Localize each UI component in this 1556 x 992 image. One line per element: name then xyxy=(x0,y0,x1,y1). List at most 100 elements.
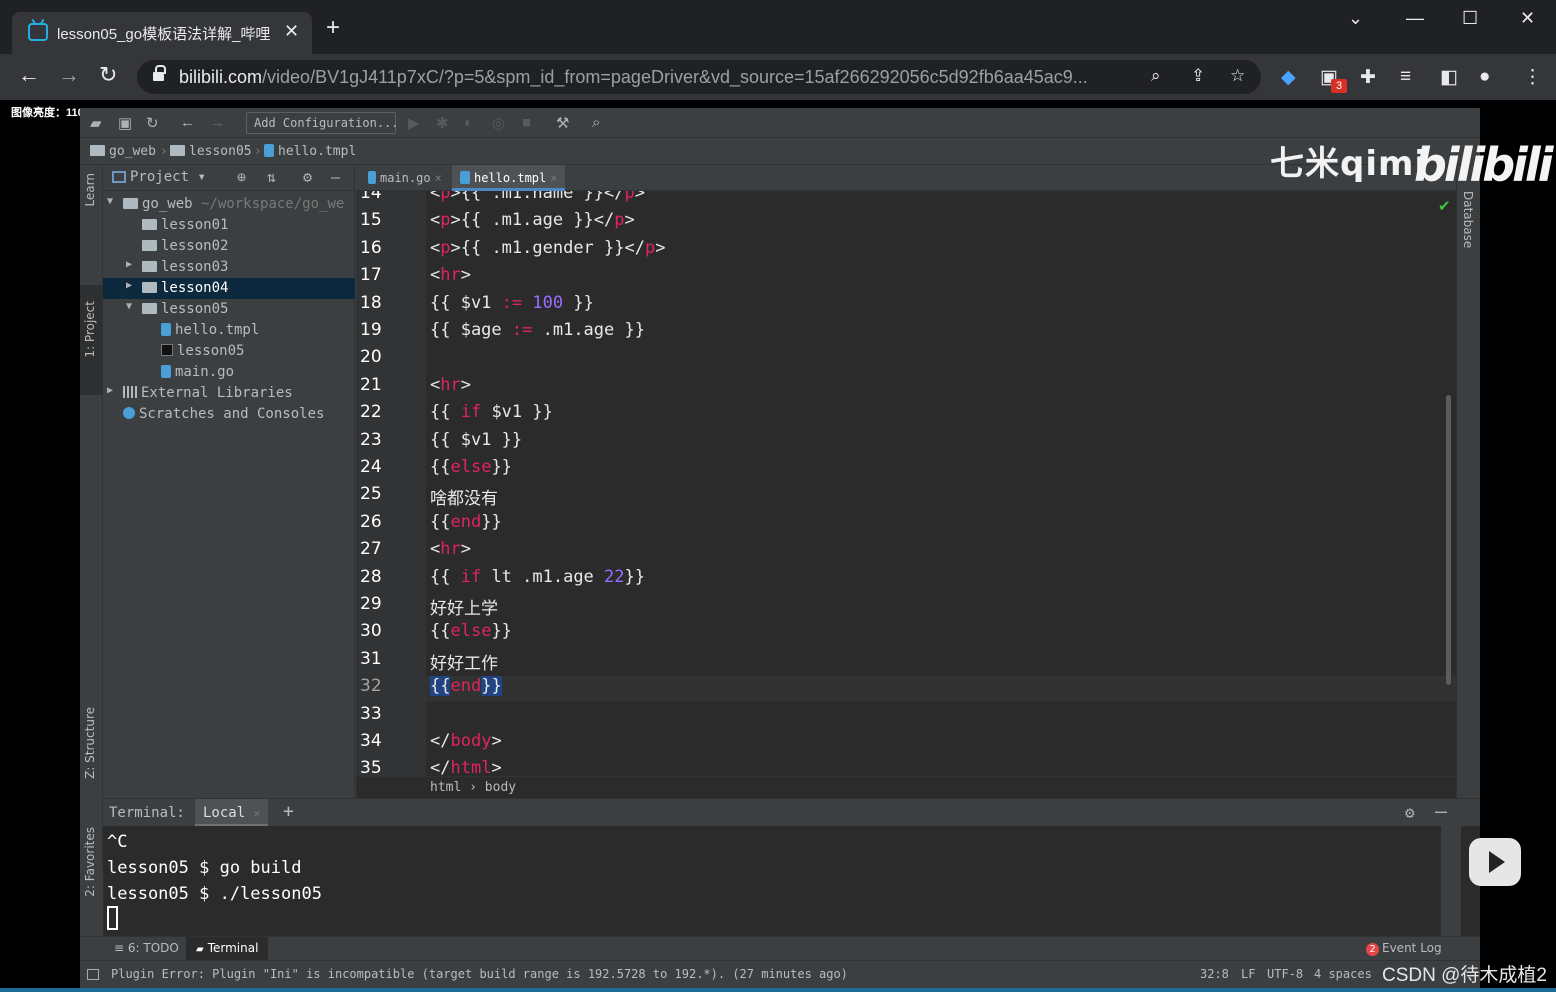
tree-item[interactable]: lesson01 xyxy=(103,215,355,236)
extension-gem-icon[interactable]: ◆ xyxy=(1281,66,1296,89)
tree-item[interactable]: ▼ go_web ~/workspace/go_we xyxy=(103,194,355,215)
share-icon[interactable]: ⇪ xyxy=(1191,66,1205,86)
indent-setting[interactable]: 4 spaces xyxy=(1314,967,1372,981)
editor-scrollbar[interactable] xyxy=(1446,395,1451,685)
structure-tool-tab[interactable]: Z: Structure xyxy=(83,707,97,779)
reload-button[interactable]: ↻ xyxy=(99,62,117,88)
bookmark-star-icon[interactable]: ☆ xyxy=(1230,66,1245,86)
browser-tab[interactable]: lesson05_go模板语法详解_哔哩 ✕ xyxy=(12,12,312,54)
todo-tool-tab[interactable]: ≡ 6: TODO xyxy=(104,937,189,960)
tree-item[interactable]: ▶ lesson04 xyxy=(103,278,355,299)
address-bar[interactable]: bilibili.com/video/BV1gJ411p7xC/?p=5&spm… xyxy=(137,60,1261,94)
editor-breadcrumb-text[interactable]: html › body xyxy=(430,780,516,795)
collapse-all-icon[interactable]: ⇅ xyxy=(267,168,276,186)
collapsed-arrow-icon[interactable]: ▶ xyxy=(126,259,132,270)
open-folder-icon[interactable]: ▰ xyxy=(90,114,102,132)
new-tab-button[interactable]: + xyxy=(326,16,340,40)
coverage-icon[interactable]: ◐ xyxy=(464,114,473,131)
tree-item[interactable]: ▼ lesson05 xyxy=(103,299,355,320)
locate-icon[interactable]: ⊕ xyxy=(237,168,246,186)
tree-item[interactable]: ▶ External Libraries xyxy=(103,383,355,404)
new-terminal-button[interactable]: + xyxy=(283,801,294,822)
close-tab-icon[interactable]: × xyxy=(247,807,261,820)
code-line[interactable]: 好好上学 xyxy=(430,594,498,619)
line-separator[interactable]: LF xyxy=(1241,967,1255,981)
minimize-button[interactable]: — xyxy=(1406,8,1424,29)
forward-button[interactable]: → xyxy=(58,62,80,88)
maximize-button[interactable]: ☐ xyxy=(1462,8,1478,29)
close-tab-icon[interactable]: × xyxy=(435,171,442,185)
tree-item[interactable]: ▶ lesson03 xyxy=(103,257,355,278)
code-line[interactable]: {{else}} xyxy=(430,621,512,641)
code-line[interactable]: {{else}} xyxy=(430,457,512,477)
profile-icon[interactable]: ◎ xyxy=(492,114,505,132)
code-line[interactable]: 啥都没有 xyxy=(430,484,498,509)
code-line[interactable]: {{ $v1 := 100 }} xyxy=(430,293,594,313)
breadcrumb-item[interactable]: go_web xyxy=(90,144,156,159)
forward-nav-icon[interactable]: → xyxy=(210,114,225,131)
code-line[interactable]: {{ if lt .m1.age 22}} xyxy=(430,567,645,587)
caret-position[interactable]: 32:8 xyxy=(1200,967,1229,981)
terminal-settings-icon[interactable]: ⚙ xyxy=(1405,803,1415,822)
save-icon[interactable]: ▣ xyxy=(118,114,132,132)
reading-list-icon[interactable]: ≡ xyxy=(1400,66,1411,88)
close-window-button[interactable]: ✕ xyxy=(1520,8,1535,29)
code-line[interactable]: {{ $v1 }} xyxy=(430,430,522,450)
side-panel-icon[interactable]: ◧ xyxy=(1440,66,1458,89)
lock-icon[interactable] xyxy=(153,65,166,82)
code-line[interactable]: </html> xyxy=(430,758,502,776)
tree-item[interactable]: lesson02 xyxy=(103,236,355,257)
project-view-selector[interactable]: Project ▾ xyxy=(130,169,206,185)
code-line[interactable]: {{ if $v1 }} xyxy=(430,402,553,422)
hide-terminal-icon[interactable]: — xyxy=(1435,799,1447,823)
tree-item[interactable]: hello.tmpl xyxy=(103,320,355,341)
breadcrumb-item[interactable]: lesson05 xyxy=(170,144,252,159)
code-line[interactable]: </body> xyxy=(430,731,502,751)
back-button[interactable]: ← xyxy=(18,62,40,88)
collapsed-arrow-icon[interactable]: ▶ xyxy=(126,280,132,291)
code-line[interactable]: <p>{{ .m1.gender }}</p> xyxy=(430,238,665,258)
project-tool-tab[interactable]: 1: Project xyxy=(83,301,97,358)
code-line[interactable]: <hr> xyxy=(430,375,471,395)
code-area[interactable]: <p>{{ .m1.name }}</p> <p>{{ .m1.age }}</p… xyxy=(426,191,1456,776)
wrench-icon[interactable]: ⚒ xyxy=(556,114,569,132)
extensions-puzzle-icon[interactable]: ✚ xyxy=(1360,66,1376,89)
expanded-arrow-icon[interactable]: ▼ xyxy=(107,196,113,207)
code-line[interactable]: <hr> xyxy=(430,265,471,285)
debug-icon[interactable]: ✱ xyxy=(436,114,449,132)
code-line[interactable]: <p>{{ .m1.name }}</p> xyxy=(430,191,645,203)
run-icon[interactable]: ▶ xyxy=(408,114,420,132)
terminal-scrollbar[interactable] xyxy=(1441,826,1461,936)
close-tab-icon[interactable]: × xyxy=(550,171,557,185)
tree-item[interactable]: lesson05 xyxy=(103,341,355,362)
database-tool-tab[interactable]: Database xyxy=(1461,191,1475,248)
code-line[interactable]: {{end}} xyxy=(430,676,502,697)
code-line[interactable]: 好好工作 xyxy=(430,649,498,674)
code-line[interactable]: <p>{{ .m1.age }}</p> xyxy=(430,210,635,230)
sync-icon[interactable]: ↻ xyxy=(146,114,159,132)
zoom-icon[interactable]: ⌕ xyxy=(1151,66,1161,86)
stop-icon[interactable]: ■ xyxy=(522,114,531,131)
terminal-tab-local[interactable]: Local × xyxy=(195,799,269,827)
file-encoding[interactable]: UTF-8 xyxy=(1267,967,1303,981)
status-message[interactable]: Plugin Error: Plugin "Ini" is incompatib… xyxy=(111,967,848,981)
expanded-arrow-icon[interactable]: ▼ xyxy=(126,301,132,312)
terminal-output[interactable]: ^C lesson05 $ go build lesson05 $ ./less… xyxy=(103,826,1480,936)
collapsed-arrow-icon[interactable]: ▶ xyxy=(107,385,113,396)
add-configuration-button[interactable]: Add Configuration... xyxy=(246,112,399,134)
back-nav-icon[interactable]: ← xyxy=(180,114,195,131)
tree-item[interactable]: main.go xyxy=(103,362,355,383)
event-log-tab[interactable]: 2 Event Log xyxy=(1366,941,1442,956)
menu-dots-icon[interactable]: ⋮ xyxy=(1523,66,1542,89)
tab-close-icon[interactable]: ✕ xyxy=(284,21,299,42)
tab-main-go[interactable]: main.go × xyxy=(360,165,450,191)
url-text[interactable]: bilibili.com/video/BV1gJ411p7xC/?p=5&spm… xyxy=(179,67,1137,88)
profile-avatar-icon[interactable]: ● xyxy=(1479,66,1490,88)
favorites-tool-tab[interactable]: 2: Favorites xyxy=(83,827,97,897)
learn-tool-tab[interactable]: Learn xyxy=(83,173,97,207)
tree-item[interactable]: Scratches and Consoles xyxy=(103,404,355,425)
play-tv-icon[interactable] xyxy=(1469,838,1521,886)
code-line[interactable]: {{ $age := .m1.age }} xyxy=(430,320,645,340)
terminal-tool-tab[interactable]: ▰ Terminal xyxy=(186,937,269,960)
code-line[interactable]: {{end}} xyxy=(430,512,502,532)
